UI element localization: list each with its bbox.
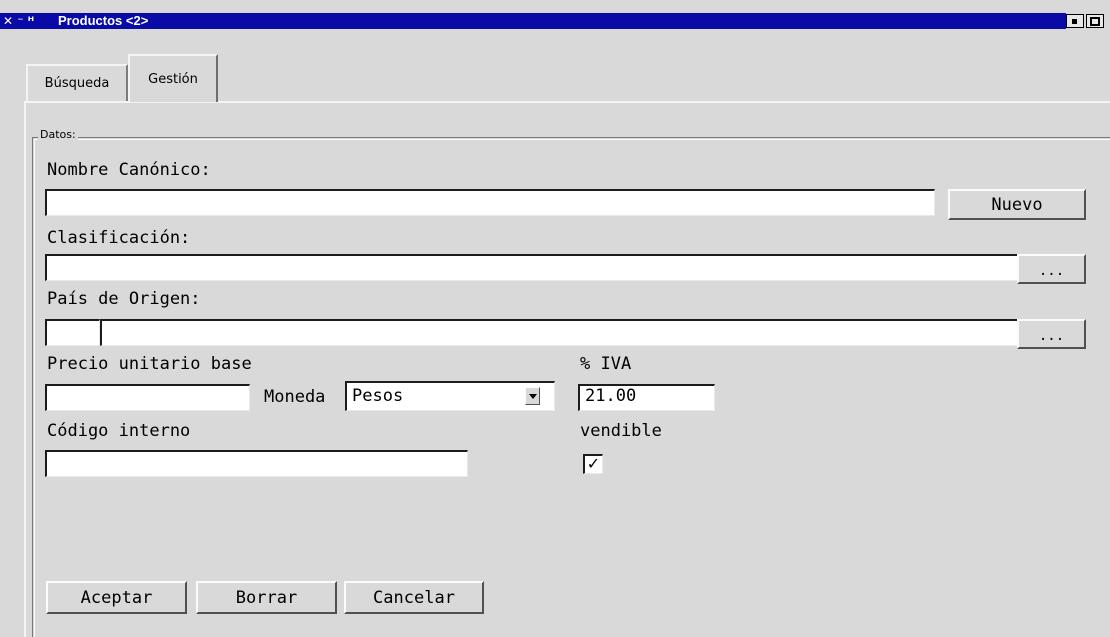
maximize-icon — [1090, 17, 1100, 26]
minimize-icon — [1072, 19, 1077, 24]
pais-browse-button[interactable]: ... — [1017, 319, 1086, 349]
nombre-canonico-label: Nombre Canónico: — [47, 160, 211, 180]
pais-origen-label: País de Origen: — [47, 289, 201, 309]
maximize-button[interactable] — [1086, 14, 1104, 28]
precio-unitario-label: Precio unitario base — [47, 354, 252, 374]
cancelar-button[interactable]: Cancelar — [344, 581, 484, 614]
aceptar-button[interactable]: Aceptar — [46, 581, 187, 614]
window-title: Productos <2> — [58, 13, 149, 28]
clasificacion-label: Clasificación: — [47, 228, 191, 248]
pais-codigo-input[interactable] — [45, 319, 100, 346]
vendible-label: vendible — [580, 421, 662, 441]
iva-input[interactable]: 21.00 — [578, 384, 715, 411]
title-bar-strip — [0, 13, 1066, 29]
moneda-selected-value: Pesos — [352, 386, 404, 406]
pais-nombre-input[interactable] — [100, 319, 1018, 346]
codigo-interno-input[interactable] — [45, 450, 468, 477]
tab-gestion[interactable]: Gestión — [128, 54, 218, 102]
window-menu-icon[interactable]: ✕ ⁻ ᴴ — [3, 13, 53, 29]
moneda-select[interactable]: Pesos — [345, 381, 555, 411]
moneda-label: Moneda — [264, 387, 326, 407]
tab-busqueda-label: Búsqueda — [44, 76, 110, 91]
title-bar: ✕ ⁻ ᴴ Productos <2> — [0, 0, 1110, 29]
codigo-interno-label: Código interno — [47, 421, 191, 441]
vendible-checkbox[interactable]: ✓ — [583, 454, 603, 474]
nuevo-button[interactable]: Nuevo — [948, 189, 1086, 220]
datos-group-legend: Datos: — [38, 128, 78, 141]
clasificacion-browse-button[interactable]: ... — [1017, 254, 1086, 284]
minimize-button[interactable] — [1066, 14, 1084, 28]
nombre-canonico-input[interactable] — [45, 189, 935, 216]
iva-label: % IVA — [580, 354, 632, 374]
tab-busqueda[interactable]: Búsqueda — [26, 64, 128, 101]
chevron-down-icon[interactable] — [525, 387, 540, 405]
precio-unitario-input[interactable] — [45, 384, 250, 411]
clasificacion-input[interactable] — [45, 254, 1018, 281]
tab-gestion-label: Gestión — [148, 71, 198, 87]
borrar-button[interactable]: Borrar — [196, 581, 337, 614]
